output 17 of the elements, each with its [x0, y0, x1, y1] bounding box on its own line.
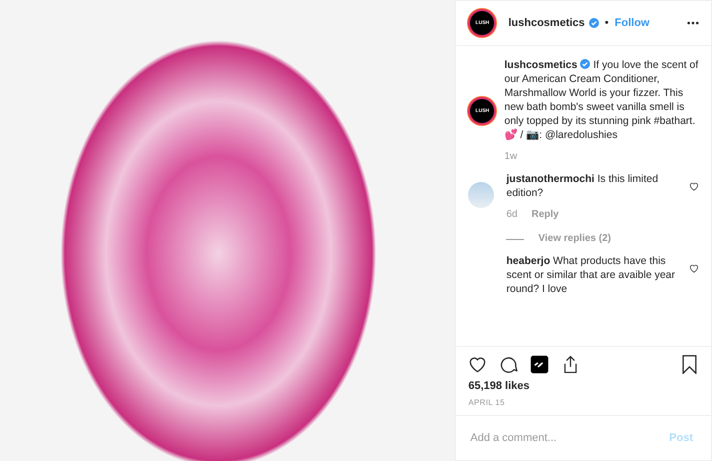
post-time: 1w [504, 150, 518, 164]
app-icon[interactable] [530, 355, 550, 374]
heart-icon[interactable] [689, 182, 699, 191]
heart-icon[interactable] [468, 355, 488, 374]
more-icon[interactable] [687, 21, 699, 25]
separator-dot: • [604, 17, 609, 29]
username[interactable]: lushcosmetics [508, 17, 585, 29]
likes-count[interactable]: 65,198 likes [468, 380, 699, 392]
heart-icon[interactable] [689, 264, 699, 273]
comment-input[interactable]: Add a comment... [468, 431, 664, 445]
comment-text: justanothermochi Is this limited edition? [506, 172, 660, 200]
comment-time: 6d [506, 208, 518, 222]
comment-icon[interactable] [499, 355, 518, 374]
comment-text: heaberjo What products have this scent or similar that are avaible year round? I love [506, 254, 676, 296]
post-date: APRIL 15 [468, 398, 506, 407]
caption-text: lushcosmetics If you love the scent of our American Cream Conditioner, Marshmallow World is your fizzer. This new bath bomb's sweet vanilla smell is only topped by its stunning pink #bathart. 💕 / 📷: @laredolushies [504, 58, 699, 142]
bookmark-icon[interactable] [680, 355, 699, 374]
